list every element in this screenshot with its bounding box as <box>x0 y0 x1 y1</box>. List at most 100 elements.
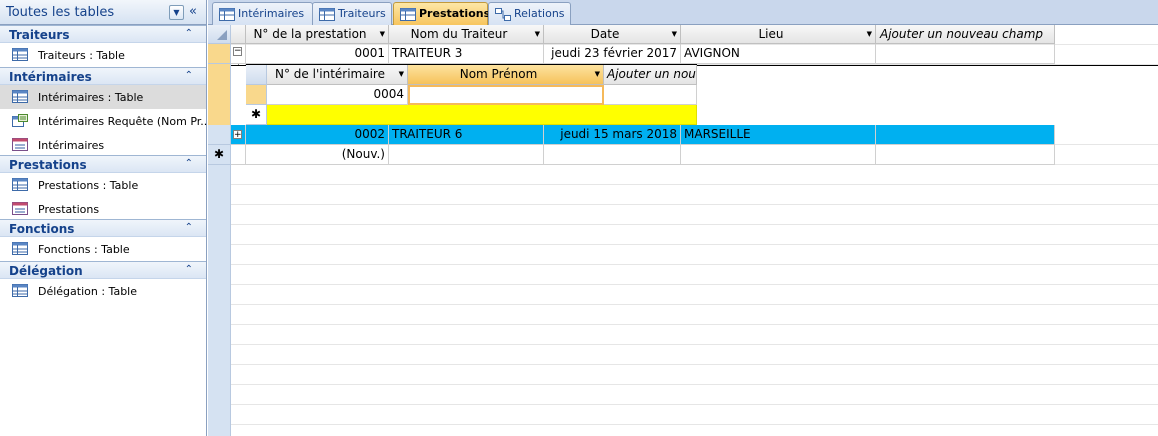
row-selector[interactable] <box>208 125 231 145</box>
sort-dropdown-icon[interactable]: ▼ <box>399 70 404 78</box>
table-icon <box>12 242 28 255</box>
table-icon <box>12 90 28 103</box>
expander-cell: − <box>231 44 246 64</box>
sub-row-selector[interactable] <box>246 85 267 105</box>
cell-num-prestation[interactable]: 0001 <box>246 44 389 64</box>
sub-select-all-corner[interactable] <box>246 65 267 85</box>
sort-dropdown-icon[interactable]: ▼ <box>867 30 872 38</box>
nav-item-interimaires-form[interactable]: Intérimaires <box>0 133 206 155</box>
sub-new-row-marker[interactable]: ✱ <box>246 105 267 125</box>
query-icon <box>12 114 28 127</box>
sub-column-header-add-field[interactable]: Ajouter un nou <box>604 65 697 85</box>
nav-title[interactable]: Toutes les tables <box>6 5 114 20</box>
nav-item-interimaires-table[interactable]: Intérimaires : Table <box>0 85 206 109</box>
row-selector-expanded[interactable] <box>208 64 231 125</box>
column-header-label: Ajouter un nou <box>607 67 696 81</box>
column-header-add-field[interactable]: Ajouter un nouveau champ <box>876 25 1055 44</box>
document-tab-bar: Intérimaires Traiteurs Prestations Relat… <box>208 0 1158 25</box>
group-header-delegation[interactable]: Délégation ⌃ <box>0 261 206 279</box>
cell-add-field[interactable] <box>876 44 1055 64</box>
nav-menu-dropdown-button[interactable]: ▼ <box>169 5 184 20</box>
nav-item-interimaires-query[interactable]: Intérimaires Requête (Nom Pr... <box>0 109 211 133</box>
group-title: Prestations <box>9 158 87 172</box>
collapse-group-icon[interactable]: ⌃ <box>185 28 193 39</box>
select-all-corner[interactable] <box>208 25 231 44</box>
sub-column-header-num-interimaire[interactable]: N° de l'intérimaire ▼ <box>267 65 408 85</box>
tab-interimaires[interactable]: Intérimaires <box>212 2 313 25</box>
expand-subdatasheet-icon[interactable]: + <box>233 130 242 140</box>
collapse-group-icon[interactable]: ⌃ <box>185 70 193 81</box>
row-selector[interactable] <box>208 44 231 64</box>
nav-item-prestations-form[interactable]: Prestations <box>0 197 206 219</box>
sub-cell-num-interimaire[interactable]: 0004 <box>267 85 408 105</box>
sub-cell-add-field[interactable] <box>604 85 697 105</box>
nav-item-label: Fonctions : Table <box>38 243 130 256</box>
cell-date[interactable]: jeudi 15 mars 2018 <box>544 125 681 145</box>
collapse-group-icon[interactable]: ⌃ <box>185 222 193 233</box>
column-header-label: N° de l'intérimaire <box>275 67 385 81</box>
column-header-date[interactable]: Date ▼ <box>544 25 681 44</box>
group-header-interimaires[interactable]: Intérimaires ⌃ <box>0 67 206 85</box>
table-icon <box>12 48 28 61</box>
column-header-label: Lieu <box>758 27 784 41</box>
cell-new-lieu[interactable] <box>681 145 876 165</box>
cell-new-traiteur[interactable] <box>389 145 544 165</box>
navigation-pane: Toutes les tables ▼ « Traiteurs ⌃ Traite… <box>0 0 211 436</box>
expander-cell: + <box>231 125 246 145</box>
nav-item-label: Intérimaires Requête (Nom Pr... <box>38 115 211 128</box>
tab-prestations[interactable]: Prestations <box>393 2 491 25</box>
nav-header[interactable]: Toutes les tables ▼ « <box>0 0 206 25</box>
cell-nom-traiteur[interactable]: TRAITEUR 6 <box>389 125 544 145</box>
cell-nom-traiteur[interactable]: TRAITEUR 3 <box>389 44 544 64</box>
tab-label: Intérimaires <box>238 7 305 20</box>
nav-item-prestations-table[interactable]: Prestations : Table <box>0 173 206 197</box>
nav-item-label: Prestations : Table <box>38 179 139 192</box>
cell-num-prestation[interactable]: 0002 <box>246 125 389 145</box>
sort-dropdown-icon[interactable]: ▼ <box>595 70 600 78</box>
expander-column-header <box>231 25 246 44</box>
cell-date[interactable]: jeudi 23 février 2017 <box>544 44 681 64</box>
nav-item-delegation-table[interactable]: Délégation : Table <box>0 279 206 303</box>
column-header-nom-traiteur[interactable]: Nom du Traiteur ▼ <box>389 25 544 44</box>
sub-column-header-nom-prenom[interactable]: Nom Prénom ▼ <box>408 65 604 85</box>
collapse-subdatasheet-icon[interactable]: − <box>233 47 242 56</box>
collapse-group-icon[interactable]: ⌃ <box>185 264 193 275</box>
cell-lieu[interactable]: MARSEILLE <box>681 125 876 145</box>
cell-new-date[interactable] <box>544 145 681 165</box>
tab-label: Prestations <box>419 7 491 20</box>
sub-cell-nom-prenom-input[interactable] <box>408 85 604 105</box>
cell-new-add-field[interactable] <box>876 145 1055 165</box>
collapse-group-icon[interactable]: ⌃ <box>185 158 193 169</box>
column-header-label: N° de la prestation <box>253 27 367 41</box>
new-row-marker[interactable]: ✱ <box>208 145 231 165</box>
group-title: Délégation <box>9 264 83 278</box>
tab-traiteurs[interactable]: Traiteurs <box>312 2 392 25</box>
sub-new-row[interactable] <box>267 105 697 125</box>
sort-dropdown-icon[interactable]: ▼ <box>672 30 677 38</box>
tab-label: Traiteurs <box>338 7 386 20</box>
group-title: Fonctions <box>9 222 75 236</box>
nav-item-label: Intérimaires : Table <box>38 91 144 104</box>
cell-add-field[interactable] <box>876 125 1055 145</box>
nav-item-fonctions-table[interactable]: Fonctions : Table <box>0 237 206 261</box>
nav-item-label: Traiteurs : Table <box>38 49 125 62</box>
group-header-traiteurs[interactable]: Traiteurs ⌃ <box>0 25 206 43</box>
collapse-pane-icon[interactable]: « <box>189 4 197 19</box>
form-icon <box>12 202 28 215</box>
group-header-prestations[interactable]: Prestations ⌃ <box>0 155 206 173</box>
column-header-label: Date <box>590 27 620 41</box>
relations-icon <box>495 8 511 21</box>
corner-triangle-icon <box>217 30 227 40</box>
cell-lieu[interactable]: AVIGNON <box>681 44 876 64</box>
cell-new-record[interactable]: (Nouv.) <box>246 145 389 165</box>
column-header-lieu[interactable]: Lieu ▼ <box>681 25 876 44</box>
form-icon <box>12 138 28 151</box>
group-header-fonctions[interactable]: Fonctions ⌃ <box>0 219 206 237</box>
nav-item-traiteurs-table[interactable]: Traiteurs : Table <box>0 43 206 67</box>
sort-dropdown-icon[interactable]: ▼ <box>380 30 385 38</box>
column-header-num-prestation[interactable]: N° de la prestation ▼ <box>246 25 389 44</box>
subdatasheet: N° de l'intérimaire ▼ Nom Prénom ▼ Ajout… <box>246 64 697 125</box>
table-icon <box>319 8 335 21</box>
tab-relations[interactable]: Relations <box>488 2 571 25</box>
sort-dropdown-icon[interactable]: ▼ <box>535 30 540 38</box>
